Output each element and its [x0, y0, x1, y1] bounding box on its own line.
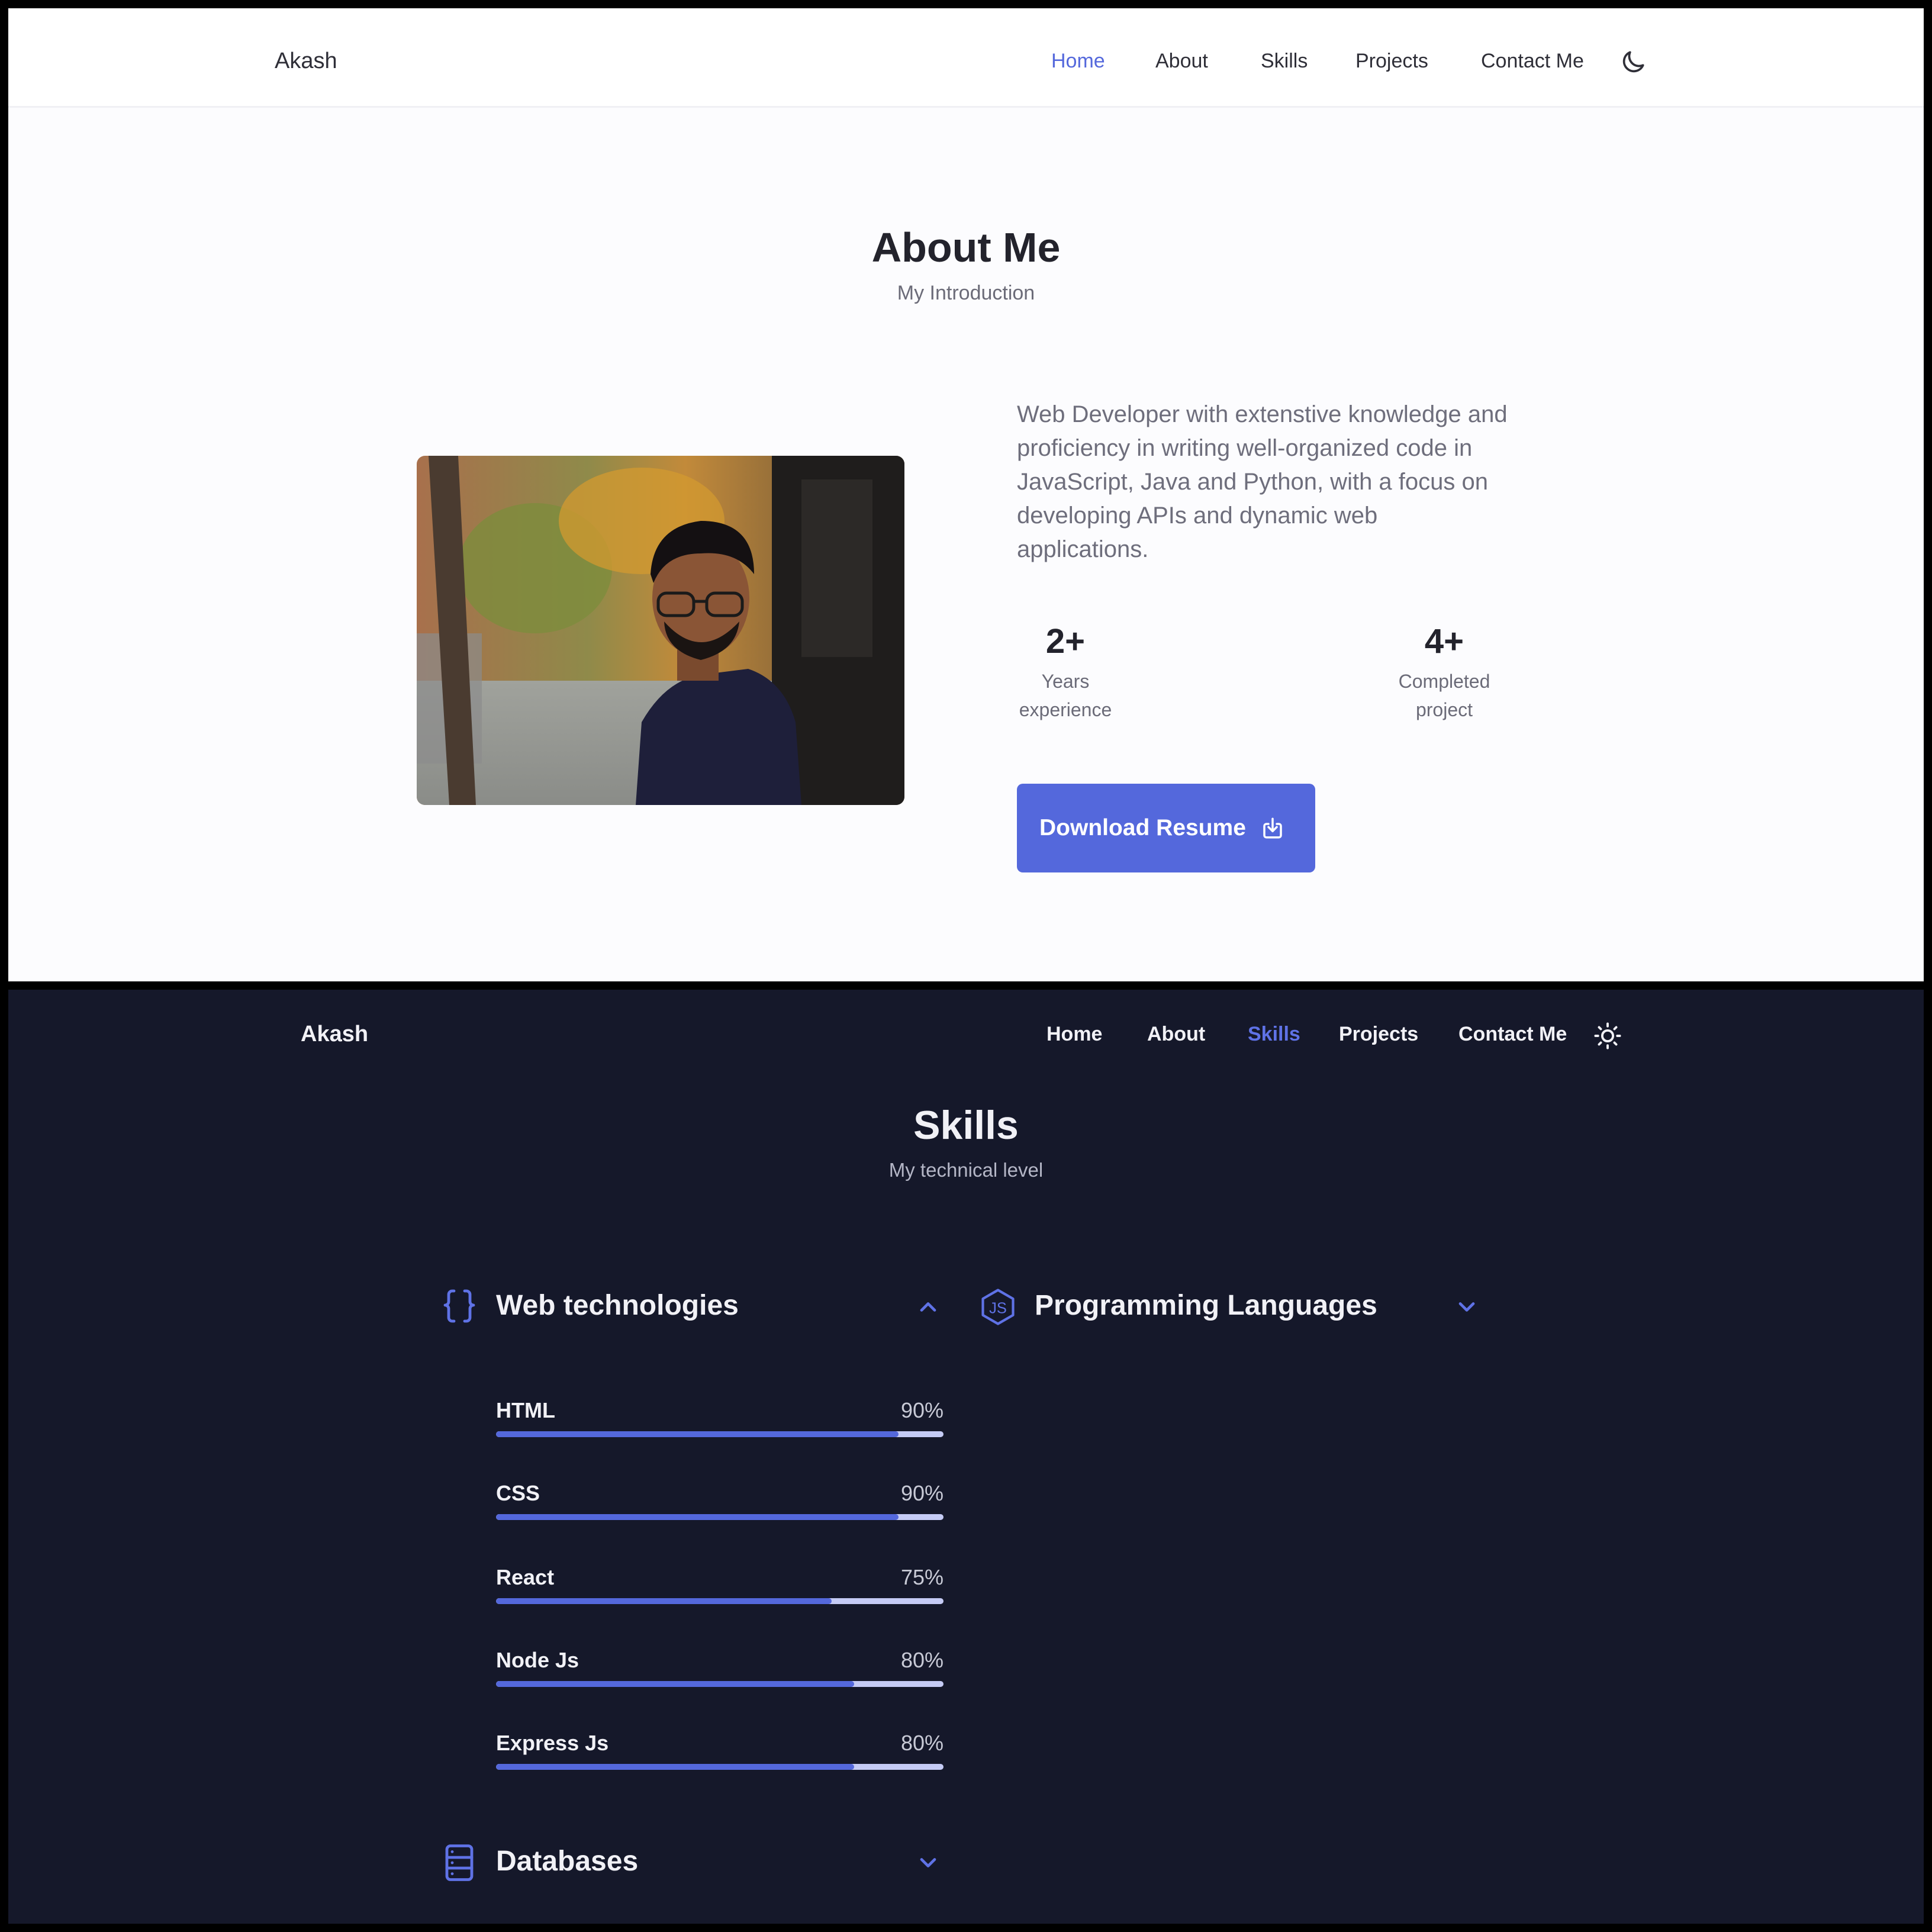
category-name: Programming Languages — [1035, 1290, 1377, 1321]
skill-name: React — [496, 1565, 555, 1589]
download-resume-label: Download Resume — [1039, 815, 1246, 841]
skill-item: HTML 90% — [496, 1398, 944, 1451]
skill-progress-fill — [496, 1598, 832, 1604]
category-name: Databases — [496, 1846, 639, 1877]
category-databases[interactable]: Databases — [438, 1841, 947, 1884]
chevron-up-icon[interactable] — [915, 1294, 941, 1320]
javascript-icon: JS — [981, 1289, 1015, 1325]
section-subtitle: My Introduction — [897, 282, 1035, 304]
navbar: Akash Home About Skills Projects Contact… — [8, 8, 1924, 108]
stat-number: 2+ — [1045, 622, 1086, 661]
about-description: Web Developer with extenstive knowledge … — [1017, 401, 1508, 562]
section-subtitle: My technical level — [888, 1159, 1044, 1181]
brand-logo[interactable]: Akash — [275, 49, 337, 74]
nav-about[interactable]: About — [1155, 50, 1208, 73]
skill-percent: 90% — [900, 1481, 944, 1505]
skill-percent: 80% — [900, 1648, 944, 1672]
nav-contact[interactable]: Contact Me — [1458, 1023, 1567, 1046]
nav-about[interactable]: About — [1147, 1023, 1205, 1046]
sun-icon[interactable] — [1592, 1020, 1623, 1051]
section-title: Skills — [913, 1103, 1019, 1148]
braces-icon — [443, 1289, 475, 1323]
category-web-technologies[interactable]: Web technologies — [438, 1286, 947, 1328]
download-resume-button[interactable]: Download Resume — [1017, 784, 1315, 872]
skill-progress-fill — [496, 1514, 899, 1520]
skill-progress-fill — [496, 1764, 854, 1770]
skill-item: Express Js 80% — [496, 1731, 944, 1784]
nav-projects[interactable]: Projects — [1355, 50, 1428, 73]
profile-photo — [417, 456, 904, 805]
skill-item: Node Js 80% — [496, 1648, 944, 1701]
skill-progress-fill — [496, 1681, 854, 1687]
skill-percent: 90% — [900, 1398, 944, 1422]
database-icon — [445, 1844, 474, 1881]
skill-percent: 80% — [900, 1731, 944, 1755]
stat-label-line1: Years — [1041, 671, 1090, 692]
skill-name: Express Js — [496, 1731, 609, 1755]
skill-progress-fill — [496, 1431, 899, 1437]
brand-logo[interactable]: Akash — [301, 1022, 368, 1047]
category-programming-languages[interactable]: JS Programming Languages — [977, 1286, 1486, 1328]
skill-name: CSS — [496, 1481, 540, 1505]
skill-item: React 75% — [496, 1565, 944, 1618]
svg-text:JS: JS — [989, 1300, 1007, 1317]
about-panel-light: Akash Home About Skills Projects Contact… — [8, 8, 1924, 981]
skill-progress-track — [496, 1514, 944, 1520]
skill-item: CSS 90% — [496, 1481, 944, 1534]
stat-label-line1: Completed — [1398, 671, 1490, 692]
stat-label-line2: experience — [1019, 699, 1112, 720]
skill-name: Node Js — [496, 1648, 579, 1672]
nav-contact[interactable]: Contact Me — [1481, 50, 1584, 73]
moon-icon[interactable] — [1618, 47, 1648, 77]
skill-name: HTML — [496, 1398, 555, 1422]
download-icon — [1263, 817, 1282, 839]
skill-percent: 75% — [900, 1565, 944, 1589]
skill-progress-track — [496, 1431, 944, 1437]
skills-panel-dark: Akash Home About Skills Projects Contact… — [8, 990, 1924, 1924]
nav-home[interactable]: Home — [1051, 50, 1105, 73]
chevron-down-icon[interactable] — [915, 1850, 941, 1876]
skill-progress-track — [496, 1681, 944, 1687]
section-title: About Me — [871, 224, 1061, 271]
stat-projects: 4+ Completed project — [1379, 622, 1509, 724]
nav-skills[interactable]: Skills — [1248, 1023, 1300, 1046]
chevron-down-icon[interactable] — [1454, 1294, 1480, 1320]
stat-experience: 2+ Years experience — [1015, 622, 1116, 724]
category-name: Web technologies — [496, 1290, 739, 1321]
skill-progress-track — [496, 1598, 944, 1604]
skill-progress-track — [496, 1764, 944, 1770]
stat-number: 4+ — [1424, 622, 1464, 661]
stat-label-line2: project — [1415, 699, 1473, 720]
nav-home[interactable]: Home — [1046, 1023, 1102, 1046]
nav-projects[interactable]: Projects — [1339, 1023, 1418, 1046]
nav-skills[interactable]: Skills — [1261, 50, 1308, 73]
